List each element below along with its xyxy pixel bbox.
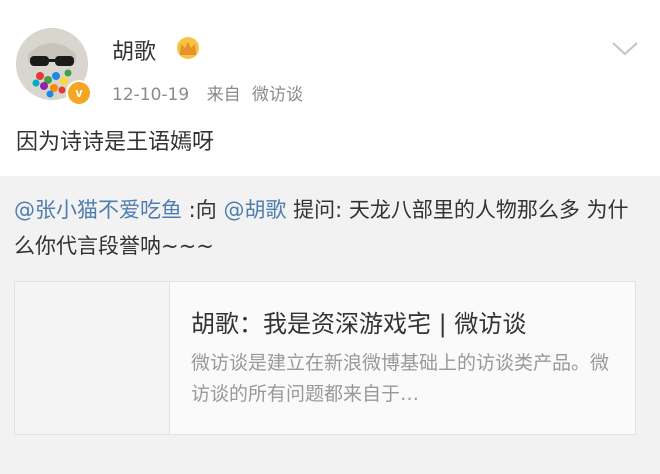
ask-label: 提问: bbox=[286, 198, 349, 222]
post-meta: 12-10-19 来自 微访谈 bbox=[112, 80, 303, 105]
asker-mention-link[interactable]: @张小猫不爱吃鱼 bbox=[14, 198, 182, 222]
post-text: 因为诗诗是王语嫣呀 bbox=[16, 130, 215, 155]
card-title[interactable]: 胡歌：我是资深游戏宅 | 微访谈 bbox=[191, 304, 526, 339]
chevron-down-icon[interactable] bbox=[610, 38, 640, 58]
card-thumbnail bbox=[15, 282, 170, 434]
repost-question: @张小猫不爱吃鱼 :向 @胡歌 提问: 天龙八部里的人物那么多 为什么你代言段誉… bbox=[14, 192, 634, 264]
card-description: 微访谈是建立在新浪微博基础上的访谈类产品。微访谈的所有问题都来自于… bbox=[191, 352, 610, 405]
crown-icon[interactable] bbox=[174, 36, 202, 60]
verified-badge-icon: v bbox=[66, 80, 92, 106]
link-card[interactable]: 胡歌：我是资深游戏宅 | 微访谈 微访谈是建立在新浪微博基础上的访谈类产品。微访… bbox=[14, 281, 636, 435]
to-label: :向 bbox=[182, 198, 224, 222]
source-app-link[interactable]: 微访谈 bbox=[252, 85, 303, 105]
author-name[interactable]: 胡歌 bbox=[112, 34, 156, 66]
repost-box[interactable]: @张小猫不爱吃鱼 :向 @胡歌 提问: 天龙八部里的人物那么多 为什么你代言段誉… bbox=[0, 176, 660, 474]
post-header: v 胡歌 12-10-19 来自 微访谈 bbox=[0, 0, 660, 110]
source-prefix: 来自 bbox=[206, 85, 241, 105]
target-mention-link[interactable]: @胡歌 bbox=[223, 198, 286, 222]
post-date[interactable]: 12-10-19 bbox=[112, 85, 189, 105]
